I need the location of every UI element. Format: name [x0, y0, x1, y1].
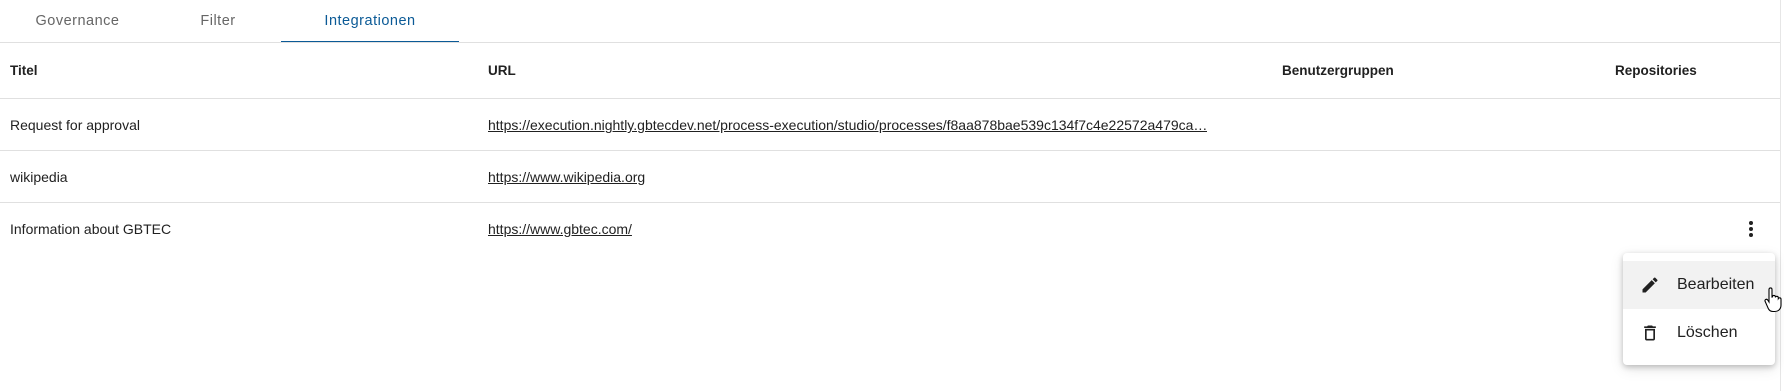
table-row[interactable]: wikipedia https://www.wikipedia.org — [0, 151, 1780, 203]
row-url-link[interactable]: https://www.gbtec.com/ — [488, 221, 632, 237]
menu-item-delete[interactable]: Löschen — [1623, 309, 1775, 357]
trash-icon — [1638, 321, 1662, 345]
more-vert-icon — [1749, 220, 1753, 237]
column-header-url[interactable]: URL — [488, 63, 516, 78]
tab-integrationen[interactable]: Integrationen — [281, 0, 459, 43]
panel-edge-divider — [1780, 0, 1781, 391]
pencil-icon — [1638, 273, 1662, 297]
table-row[interactable]: Information about GBTEC https://www.gbte… — [0, 203, 1780, 254]
tab-bar: Governance Filter Integrationen — [0, 0, 459, 43]
row-title: wikipedia — [10, 168, 68, 185]
table-row[interactable]: Request for approval https://execution.n… — [0, 99, 1780, 151]
table-header-row: Titel URL Benutzergruppen Repositories — [0, 43, 1780, 99]
row-url-cell: https://www.gbtec.com/ — [488, 220, 632, 237]
row-more-button[interactable] — [1735, 213, 1767, 245]
menu-item-label: Bearbeiten — [1677, 276, 1755, 293]
column-header-repositories[interactable]: Repositories — [1615, 63, 1697, 78]
row-url-link[interactable]: https://www.wikipedia.org — [488, 169, 645, 185]
integrations-table: Titel URL Benutzergruppen Repositories R… — [0, 43, 1780, 254]
row-context-menu: Bearbeiten Löschen — [1623, 253, 1775, 365]
menu-item-edit[interactable]: Bearbeiten — [1623, 261, 1775, 309]
row-url-link[interactable]: https://execution.nightly.gbtecdev.net/p… — [488, 117, 1207, 133]
tab-governance[interactable]: Governance — [0, 0, 155, 43]
column-header-groups[interactable]: Benutzergruppen — [1282, 63, 1394, 78]
tab-filter[interactable]: Filter — [155, 0, 281, 43]
row-url-cell: https://www.wikipedia.org — [488, 168, 645, 185]
menu-item-label: Löschen — [1677, 324, 1738, 341]
row-title: Information about GBTEC — [10, 220, 172, 237]
row-title: Request for approval — [10, 116, 140, 133]
row-url-cell: https://execution.nightly.gbtecdev.net/p… — [488, 116, 1207, 133]
column-header-title[interactable]: Titel — [10, 63, 38, 78]
